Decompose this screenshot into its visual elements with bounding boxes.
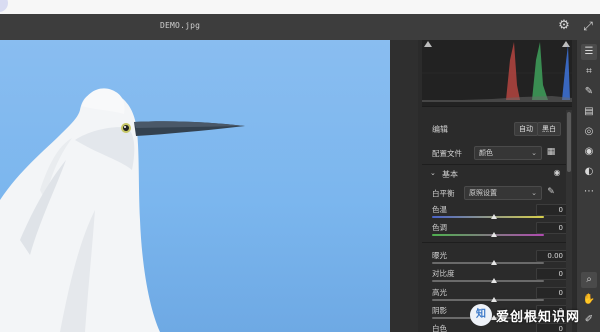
- slider-value-temp[interactable]: 0: [536, 204, 567, 216]
- chevron-down-icon[interactable]: ⌄: [430, 169, 436, 177]
- presets-icon[interactable]: ◐: [581, 164, 597, 180]
- top-strip: [0, 0, 600, 15]
- eyedropper-icon[interactable]: ✎: [544, 185, 558, 199]
- white-balance-select[interactable]: 原照设置 ⌄: [464, 186, 542, 200]
- slider-label-exposure: 曝光: [432, 251, 447, 260]
- crop-icon[interactable]: ⌗: [581, 64, 597, 80]
- brush-icon[interactable]: ✎: [581, 84, 597, 100]
- right-toolbar: ☰ ⌗ ✎ ▤ ◎ ◉ ◐ ⋯ ⌕ ✋ ✐: [576, 40, 600, 332]
- slider-track-tint[interactable]: [432, 234, 544, 236]
- white-balance-value: 原照设置: [469, 189, 497, 197]
- profile-label: 配置文件: [432, 149, 462, 158]
- slider-track-exposure[interactable]: [432, 262, 544, 264]
- divider: [422, 242, 572, 243]
- slider-label-shadows: 阴影: [432, 306, 447, 315]
- scrollbar-thumb[interactable]: [567, 112, 571, 172]
- slider-value-highlights[interactable]: 0: [536, 287, 567, 299]
- watermark-logo: 知: [470, 304, 492, 326]
- radial-icon[interactable]: ◎: [581, 124, 597, 140]
- chevron-down-icon: ⌄: [531, 149, 537, 157]
- file-name: DEMO.jpg: [160, 21, 201, 30]
- white-balance-label: 白平衡: [432, 189, 455, 198]
- basic-section-title[interactable]: 基本: [442, 169, 458, 180]
- expand-icon[interactable]: ⤢: [580, 18, 596, 34]
- auto-button[interactable]: 自动: [514, 122, 538, 136]
- slider-label-tint: 色调: [432, 223, 447, 232]
- slider-thumb-tint[interactable]: [491, 232, 497, 237]
- panel-scrollbar[interactable]: [566, 110, 572, 332]
- sliders-icon[interactable]: ☰: [581, 44, 597, 60]
- slider-track-temp[interactable]: [432, 216, 544, 218]
- slider-label-whites: 白色: [432, 324, 447, 332]
- zoom-icon[interactable]: ⌕: [581, 272, 597, 288]
- profile-browser-icon[interactable]: ▦: [544, 145, 558, 159]
- watermark-text: 爱创根知识网: [496, 310, 581, 325]
- gradient-icon[interactable]: ▤: [581, 104, 597, 120]
- slider-label-highlights: 高光: [432, 288, 447, 297]
- edit-title: 编辑: [432, 125, 448, 134]
- more-icon[interactable]: ⋯: [581, 184, 597, 200]
- slider-value-exposure[interactable]: 0.00: [536, 250, 567, 262]
- gear-icon[interactable]: ⚙: [556, 18, 572, 34]
- slider-track-contrast[interactable]: [432, 280, 544, 282]
- image-canvas[interactable]: [0, 40, 418, 332]
- profile-select[interactable]: 颜色 ⌄: [474, 146, 542, 160]
- chevron-down-icon: ⌄: [531, 189, 537, 197]
- slider-label-contrast: 对比度: [432, 269, 455, 278]
- photo-egret: [0, 40, 390, 332]
- redeye-icon[interactable]: ◉: [581, 144, 597, 160]
- slider-thumb-temp[interactable]: [491, 214, 497, 219]
- corner-decoration: [0, 0, 8, 12]
- slider-value-tint[interactable]: 0: [536, 222, 567, 234]
- edit-panel: 编辑 自动 黑白 配置文件 颜色 ⌄ ▦ ⌄ 基本 ◉ 白平衡 原照设置 ⌄ ✎ 色…: [418, 40, 576, 332]
- watermark: 知 爱创根知识网: [470, 300, 596, 330]
- divider: [422, 164, 572, 165]
- slider-thumb-exposure[interactable]: [491, 260, 497, 265]
- visibility-icon[interactable]: ◉: [550, 166, 564, 180]
- slider-label-temp: 色温: [432, 205, 447, 214]
- profile-value: 颜色: [479, 149, 493, 157]
- slider-value-contrast[interactable]: 0: [536, 268, 567, 280]
- slider-thumb-contrast[interactable]: [491, 278, 497, 283]
- bw-button[interactable]: 黑白: [537, 122, 561, 136]
- title-bar: DEMO.jpg ⚙ ⤢: [0, 14, 600, 41]
- histogram: [422, 40, 572, 107]
